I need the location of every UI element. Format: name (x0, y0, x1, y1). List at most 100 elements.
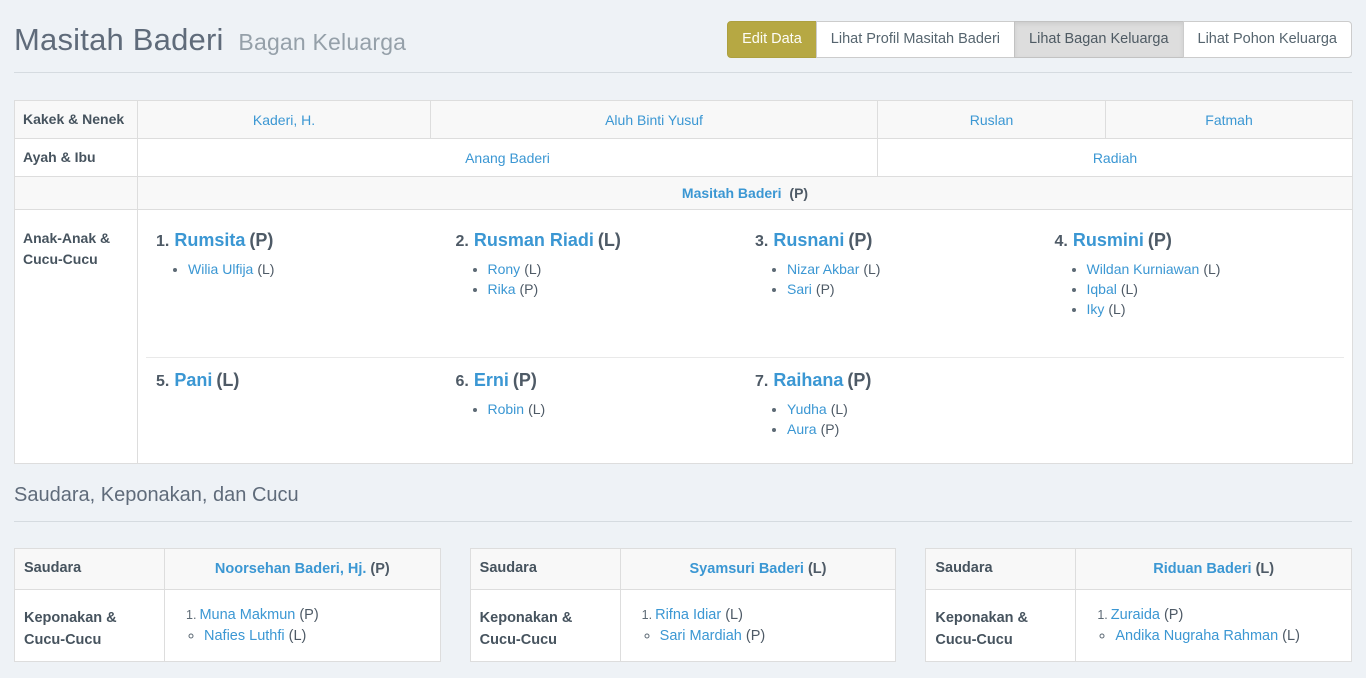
child-number: 5. (156, 373, 169, 390)
gender-tag: (P) (249, 230, 273, 250)
gender-tag: (P) (847, 370, 871, 390)
gender-tag: (P) (789, 185, 808, 201)
person-link-child[interactable]: Raihana (773, 370, 843, 390)
list-item: Nizar Akbar(L) (787, 261, 1035, 277)
child-number: 3. (755, 233, 768, 250)
gender-tag: (P) (299, 607, 318, 623)
nephew-entry: 1.Muna Makmun(P) (174, 607, 431, 623)
nephew-number: 1. (1097, 608, 1107, 622)
person-link-sibling[interactable]: Syamsuri Baderi (690, 561, 804, 577)
person-link-nephew[interactable]: Rifna Idiar (655, 607, 721, 623)
person-link-grandmother-maternal[interactable]: Fatmah (1205, 112, 1252, 128)
grandnephew-list: Andika Nugraha Rahman(L) (1085, 628, 1342, 644)
gender-tag: (L) (1282, 628, 1300, 644)
edit-data-button[interactable]: Edit Data (727, 21, 817, 58)
person-link-grandnephew[interactable]: Andika Nugraha Rahman (1115, 628, 1278, 644)
person-link-child[interactable]: Rusnani (773, 230, 844, 250)
grandparents-row: Kakek & Nenek Kaderi, H. Aluh Binti Yusu… (15, 101, 1353, 139)
gender-tag: (L) (524, 261, 541, 277)
person-link-grandchild[interactable]: Aura (787, 421, 817, 437)
gender-tag: (P) (746, 628, 765, 644)
person-link-nephew[interactable]: Zuraida (1111, 607, 1160, 623)
sibling-row: Saudara Syamsuri Baderi(L) (470, 549, 896, 590)
nephews-row: Keponakan & Cucu-Cucu 1.Rifna Idiar(L) S… (470, 590, 896, 662)
grandchildren-list: Rony(L) Rika(P) (456, 261, 736, 297)
person-link-sibling[interactable]: Riduan Baderi (1153, 561, 1251, 577)
grandchildren-list: Nizar Akbar(L) Sari(P) (755, 261, 1035, 297)
person-link-child[interactable]: Erni (474, 370, 509, 390)
gender-tag: (L) (725, 607, 743, 623)
child-number: 2. (456, 233, 469, 250)
siblings-section-heading: Saudara, Keponakan, dan Cucu (14, 484, 1352, 522)
gender-tag: (P) (370, 561, 389, 577)
nephews-cell: 1.Rifna Idiar(L) Sari Mardiah(P) (620, 590, 896, 662)
view-family-chart-button[interactable]: Lihat Bagan Keluarga (1014, 21, 1183, 58)
grandparent-cell: Kaderi, H. (138, 101, 431, 139)
child-entry: 5.Pani(L) (146, 358, 446, 441)
person-link-grandchild[interactable]: Yudha (787, 401, 827, 417)
person-link-child[interactable]: Rumsita (174, 230, 245, 250)
person-row: Masitah Baderi (P) (15, 177, 1353, 210)
person-link-child[interactable]: Pani (174, 370, 212, 390)
gender-tag: (P) (821, 421, 840, 437)
sibling-card: Saudara Noorsehan Baderi, Hj.(P) Keponak… (14, 548, 441, 661)
person-link-grandchild[interactable]: Sari (787, 281, 812, 297)
sibling-row: Saudara Riduan Baderi(L) (926, 549, 1352, 590)
view-profile-button[interactable]: Lihat Profil Masitah Baderi (816, 21, 1015, 58)
sibling-label: Saudara (15, 549, 165, 590)
list-item: Iqbal(L) (1087, 281, 1335, 297)
child-number: 4. (1055, 233, 1068, 250)
person-link-grandnephew[interactable]: Sari Mardiah (660, 628, 742, 644)
gender-tag: (L) (257, 261, 274, 277)
page-header: Masitah Baderi Bagan Keluarga Edit Data … (14, 0, 1352, 73)
list-item: Sari Mardiah(P) (660, 628, 887, 644)
child-header: 2. Rusman Riadi(L) (456, 230, 736, 251)
sibling-table: Saudara Noorsehan Baderi, Hj.(P) Keponak… (14, 548, 441, 661)
person-link-child[interactable]: Rusmini (1073, 230, 1144, 250)
person-link-main[interactable]: Masitah Baderi (682, 185, 782, 201)
gender-tag: (L) (863, 261, 880, 277)
person-link-father[interactable]: Anang Baderi (465, 150, 550, 166)
person-link-grandchild[interactable]: Iky (1087, 301, 1105, 317)
sibling-name-cell: Riduan Baderi(L) (1076, 549, 1352, 590)
sibling-table: Saudara Syamsuri Baderi(L) Keponakan & C… (470, 548, 897, 661)
person-link-grandchild[interactable]: Nizar Akbar (787, 261, 859, 277)
page-subtitle: Bagan Keluarga (238, 29, 406, 55)
page: Masitah Baderi Bagan Keluarga Edit Data … (0, 0, 1366, 662)
person-link-grandchild[interactable]: Wilia Ulfija (188, 261, 253, 277)
person-link-grandchild[interactable]: Robin (488, 401, 525, 417)
nephews-label: Keponakan & Cucu-Cucu (926, 590, 1076, 662)
list-item: Wilia Ulfija(L) (188, 261, 436, 277)
person-link-nephew[interactable]: Muna Makmun (199, 607, 295, 623)
list-item: Sari(P) (787, 281, 1035, 297)
gender-tag: (P) (1148, 230, 1172, 250)
person-link-mother[interactable]: Radiah (1093, 150, 1137, 166)
person-link-grandmother-paternal[interactable]: Aluh Binti Yusuf (605, 112, 703, 128)
grandparent-cell: Fatmah (1106, 101, 1353, 139)
nephews-row: Keponakan & Cucu-Cucu 1.Zuraida(P) Andik… (926, 590, 1352, 662)
person-link-grandfather-paternal[interactable]: Kaderi, H. (253, 112, 315, 128)
person-link-grandnephew[interactable]: Nafies Luthfi (204, 628, 285, 644)
person-link-grandchild[interactable]: Rony (488, 261, 521, 277)
person-link-grandfather-maternal[interactable]: Ruslan (970, 112, 1014, 128)
grandchildren-list: Robin(L) (456, 401, 736, 417)
person-link-sibling[interactable]: Noorsehan Baderi, Hj. (215, 561, 366, 577)
gender-tag: (P) (848, 230, 872, 250)
child-header: 4. Rusmini(P) (1055, 230, 1335, 251)
list-item: Rika(P) (488, 281, 736, 297)
person-link-grandchild[interactable]: Wildan Kurniawan (1087, 261, 1200, 277)
gender-tag: (L) (598, 230, 621, 250)
nephew-entry: 1.Rifna Idiar(L) (630, 607, 887, 623)
child-entry: 2.Rusman Riadi(L) Rony(L) Rika(P) (446, 218, 746, 321)
list-item: Robin(L) (488, 401, 736, 417)
view-family-tree-button[interactable]: Lihat Pohon Keluarga (1183, 21, 1352, 58)
person-link-child[interactable]: Rusman Riadi (474, 230, 594, 250)
child-number: 1. (156, 233, 169, 250)
parent-cell: Anang Baderi (138, 139, 878, 177)
grandchildren-list: Wilia Ulfija(L) (156, 261, 436, 277)
gender-tag: (L) (1121, 281, 1138, 297)
child-header: 7.Raihana(P) (755, 370, 1035, 391)
sibling-row: Saudara Noorsehan Baderi, Hj.(P) (15, 549, 441, 590)
person-link-grandchild[interactable]: Iqbal (1087, 281, 1117, 297)
person-link-grandchild[interactable]: Rika (488, 281, 516, 297)
